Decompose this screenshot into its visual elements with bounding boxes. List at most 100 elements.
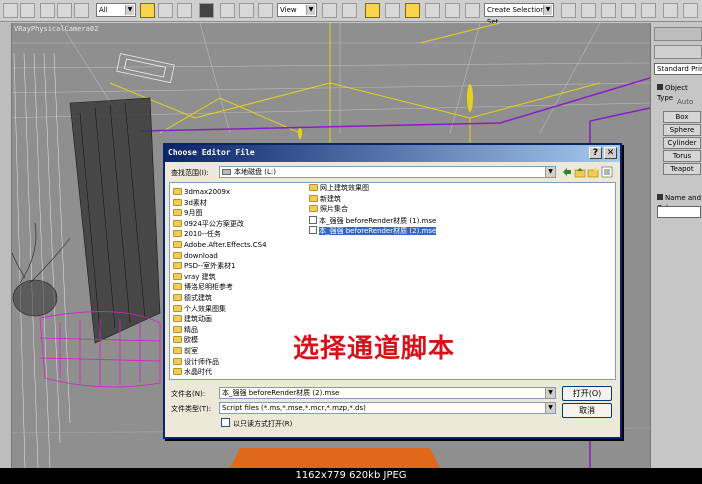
folder-item[interactable]: vray 建筑 <box>173 272 216 282</box>
folder-item[interactable]: 网上建筑效果图 <box>309 184 369 193</box>
percent-snap-icon[interactable] <box>405 3 420 18</box>
render-icon[interactable] <box>683 3 698 18</box>
dialog-titlebar[interactable]: Choose Editor File ? ✕ <box>165 145 620 162</box>
reference-coordinate-value: View <box>280 6 297 14</box>
mirror-icon[interactable] <box>465 3 480 18</box>
window-crossing-icon[interactable] <box>199 3 214 18</box>
rotate-icon[interactable] <box>239 3 254 18</box>
folder-icon <box>173 347 182 354</box>
edit-named-selection-icon[interactable] <box>445 3 460 18</box>
filename-label: 文件名(N): <box>171 390 206 398</box>
layer-manager-icon[interactable] <box>581 3 596 18</box>
scale-icon[interactable] <box>258 3 273 18</box>
curve-editor-icon[interactable] <box>601 3 616 18</box>
folder-item[interactable]: Adobe.After.Effects.CS4 <box>173 241 267 250</box>
folder-item-label: 个人效果图集 <box>184 304 226 313</box>
folder-icon <box>173 304 182 312</box>
selection-filter-dropdown[interactable]: All ▼ <box>96 3 136 17</box>
folder-icon <box>173 336 182 344</box>
folder-item[interactable]: 前室 <box>173 347 198 356</box>
folder-item-label: 博洛尼明柜参考 <box>184 283 233 292</box>
folder-item[interactable]: 0924平公方案更改 <box>173 219 244 229</box>
sphere-button[interactable]: Sphere <box>663 124 701 136</box>
folder-item-label: 新建筑 <box>320 194 341 203</box>
folder-item[interactable]: 个人效果图集 <box>173 304 226 314</box>
close-button[interactable]: ✕ <box>604 147 617 159</box>
spinner-snap-icon[interactable] <box>425 3 440 18</box>
folder-item-label: 9月图 <box>184 209 203 218</box>
help-button[interactable]: ? <box>589 147 602 159</box>
cylinder-button[interactable]: Cylinder <box>663 137 701 149</box>
folder-item[interactable]: 照片集合 <box>309 205 348 214</box>
angle-snap-icon[interactable] <box>385 3 400 18</box>
folder-item[interactable]: 2010--任务 <box>173 230 221 239</box>
teapot-button[interactable]: Teapot <box>663 163 701 175</box>
unlink-icon[interactable] <box>57 3 72 18</box>
back-icon[interactable] <box>561 166 573 178</box>
view-menu-icon[interactable] <box>601 166 613 178</box>
schematic-view-icon[interactable] <box>621 3 636 18</box>
folder-item[interactable]: 欧模 <box>173 336 198 345</box>
filetype-select[interactable]: Script files (*.ms,*.mse,*.mcr,*.mzp,*.d… <box>219 402 556 414</box>
box-button[interactable]: Box <box>663 111 701 123</box>
folder-item[interactable]: 建筑动画 <box>173 315 212 324</box>
new-folder-icon[interactable] <box>587 166 599 178</box>
folder-item[interactable]: 新建筑 <box>309 194 341 204</box>
up-folder-icon[interactable] <box>574 166 586 178</box>
pivot-center-icon[interactable] <box>322 3 337 18</box>
command-panel-tabs[interactable] <box>654 27 702 41</box>
name-color-rollout-header[interactable]: Name and Color <box>657 193 702 212</box>
folder-item-label: 欧模 <box>184 336 198 345</box>
filename-input[interactable]: 本_强强 beforeRender材质 (2).mse ▼ <box>219 387 556 399</box>
folder-icon <box>173 188 182 195</box>
file-item[interactable]: 本_强强 beforeRender材质 (1).mse <box>309 215 437 225</box>
choose-editor-file-dialog: Choose Editor File ? ✕ 查找范围(I): 本地磁盘 (L:… <box>163 143 622 439</box>
folder-item-label: 精品 <box>184 325 198 334</box>
look-in-dropdown[interactable]: 本地磁盘 (L:) ▼ <box>219 166 556 178</box>
folder-item[interactable]: 设计师作品 <box>173 357 219 367</box>
move-icon[interactable] <box>220 3 235 18</box>
select-by-name-icon[interactable] <box>158 3 173 18</box>
primitive-category-dropdown[interactable]: Standard Primitives <box>654 63 702 75</box>
autogrid-checkbox[interactable]: Auto <box>677 98 693 106</box>
folder-item[interactable]: 3d素材 <box>173 198 207 208</box>
folder-icon <box>173 230 182 238</box>
selection-region-icon[interactable] <box>177 3 192 18</box>
named-selection-set-dropdown[interactable]: Create Selection Set ▼ <box>484 3 554 26</box>
filetype-value: Script files (*.ms,*.mse,*.mcr,*.mzp,*.d… <box>222 404 366 412</box>
file-item-label: 本_强强 beforeRender材质 (2).mse <box>319 227 437 236</box>
folder-item[interactable]: 9月图 <box>173 209 202 218</box>
render-setup-icon[interactable] <box>663 3 678 18</box>
object-type-rollout-header[interactable]: Object Type <box>657 83 702 102</box>
readonly-checkbox[interactable] <box>221 418 230 427</box>
folder-item[interactable]: 水晶时代 <box>173 368 212 377</box>
torus-button[interactable]: Torus <box>663 150 701 162</box>
bind-space-warp-icon[interactable] <box>74 3 89 18</box>
open-button[interactable]: 打开(O) <box>562 386 612 401</box>
viewport-label[interactable]: VRayPhysicalCamera02 <box>14 25 98 33</box>
select-manipulate-icon[interactable] <box>342 3 357 18</box>
create-category-icons[interactable] <box>654 45 702 59</box>
link-icon[interactable] <box>40 3 55 18</box>
material-editor-icon[interactable] <box>641 3 656 18</box>
reference-coordinate-dropdown[interactable]: View ▼ <box>277 3 317 17</box>
folder-item[interactable]: 德式建筑 <box>173 294 212 303</box>
folder-item-label: PSD--室外素材1 <box>184 262 236 271</box>
folder-item-label: 网上建筑效果图 <box>320 184 369 192</box>
folder-item[interactable]: 精品 <box>173 325 198 335</box>
align-icon[interactable] <box>561 3 576 18</box>
folder-item[interactable]: download <box>173 251 218 261</box>
redo-icon[interactable] <box>20 3 35 18</box>
cancel-button[interactable]: 取消 <box>562 403 612 418</box>
object-name-field[interactable] <box>657 206 701 218</box>
folder-item-label: 德式建筑 <box>184 294 212 302</box>
file-item-label: 本_强强 beforeRender材质 (1).mse <box>319 216 437 225</box>
snaps-toggle-icon[interactable] <box>365 3 380 18</box>
folder-item[interactable]: 3dmax2009x <box>173 188 230 197</box>
file-item[interactable]: 本_强强 beforeRender材质 (2).mse <box>309 226 437 236</box>
folder-icon <box>173 198 182 206</box>
folder-item[interactable]: PSD--室外素材1 <box>173 262 236 271</box>
undo-icon[interactable] <box>3 3 18 18</box>
select-object-icon[interactable] <box>140 3 155 18</box>
folder-item[interactable]: 博洛尼明柜参考 <box>173 283 233 292</box>
